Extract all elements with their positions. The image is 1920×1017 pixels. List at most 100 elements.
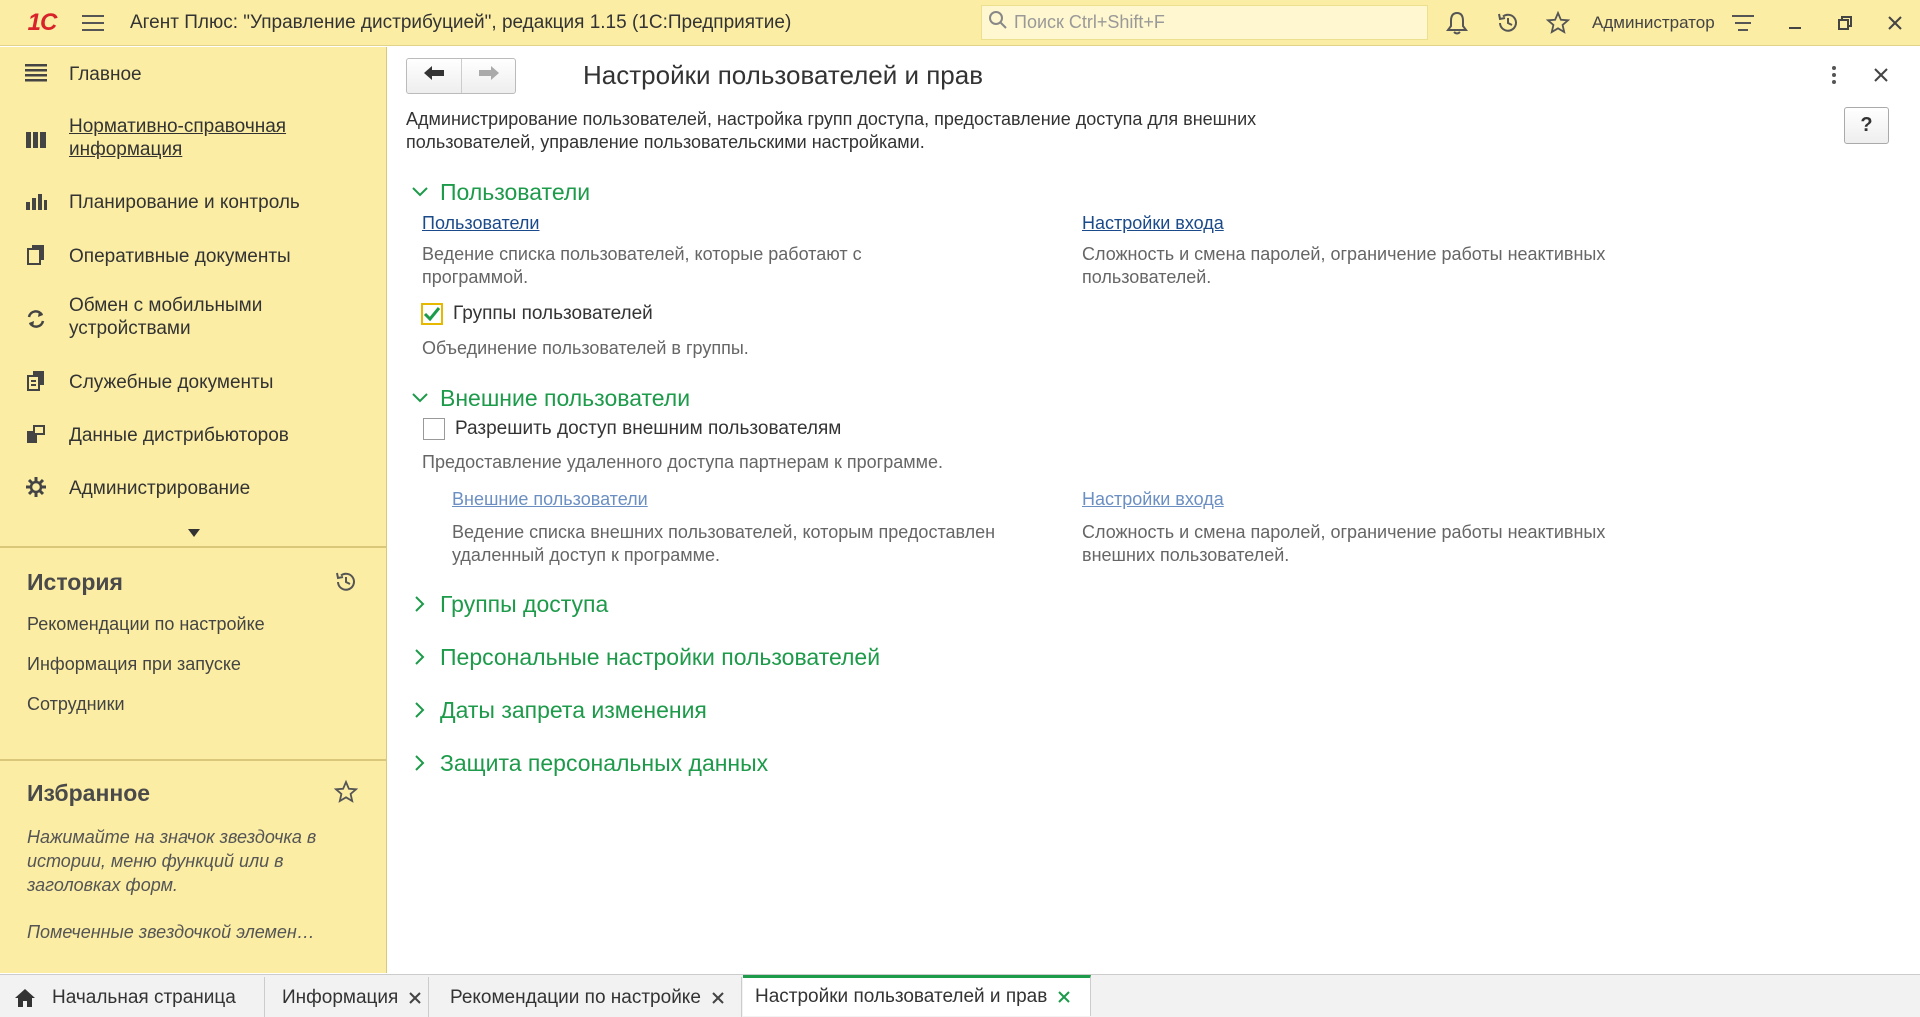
search-input[interactable] [1014,12,1414,33]
history-icon[interactable] [333,569,359,595]
home-icon [14,988,36,1008]
triangle-down-icon [187,522,201,544]
catalog-icon [24,128,48,152]
sidebar-item-reference[interactable]: Нормативно-справочная информация [0,115,387,165]
minimize-icon[interactable] [1780,8,1810,38]
star-icon[interactable] [333,779,359,805]
sidebar-item-mobile-exchange[interactable]: Обмен с мобильными устройствами [0,294,387,344]
section-title: Персональные настройки пользователей [440,643,881,670]
form-description: Администрирование пользователей, настрой… [406,109,1257,152]
section-title: Группы доступа [440,590,609,617]
tab-user-rights-settings[interactable]: Настройки пользователей и прав [743,975,1091,1016]
restore-icon[interactable] [1830,8,1860,38]
app-title: Агент Плюс: "Управление дистрибуцией", р… [130,12,792,33]
section-change-prohibition-dates[interactable]: Даты запрета изменения [410,695,707,725]
star-icon[interactable] [1543,8,1573,38]
tab-label: Информация [282,986,399,1008]
user-name[interactable]: Администратор [1592,13,1715,33]
section-title: Пользователи [440,178,591,205]
sidebar-item-main[interactable]: Главное [0,61,387,89]
external-login-settings-description: Сложность и смена паролей, ограничение р… [1082,522,1606,565]
tab-home[interactable]: Начальная страница [0,977,265,1017]
arrow-right-icon [478,65,500,87]
section-personal-settings[interactable]: Персональные настройки пользователей [410,642,880,672]
sidebar-item-planning[interactable]: Планирование и контроль [0,189,387,217]
sync-icon [24,307,48,331]
app-logo: 1С [27,9,58,36]
sidebar: Главное Нормативно-справочная информация… [0,47,387,973]
close-form-icon[interactable] [1868,62,1894,88]
section-access-groups[interactable]: Группы доступа [410,589,608,619]
tab-label: Настройки пользователей и прав [755,986,1048,1007]
history-item[interactable]: Рекомендации по настройке [27,614,265,635]
tab-label: Рекомендации по настройке [450,986,701,1008]
navigation-buttons [406,58,516,94]
sidebar-item-label: Служебные документы [69,372,274,393]
section-title: Даты запрета изменения [440,696,707,723]
history-icon[interactable] [1493,8,1523,38]
chevron-right-icon [410,647,430,667]
close-tab-icon[interactable] [1055,988,1073,1006]
back-button[interactable] [407,59,461,93]
user-groups-checkbox[interactable] [421,303,443,325]
expand-sections-button[interactable] [0,520,387,546]
user-groups-label: Группы пользователей [453,303,653,324]
open-windows-bar: Начальная страница Информация Рекомендац… [0,974,1920,1017]
close-tab-icon[interactable] [406,989,424,1007]
section-title: Внешние пользователи [440,384,691,411]
external-users-link[interactable]: Внешние пользователи [452,489,648,510]
user-groups-checkbox-row[interactable]: Группы пользователей [421,303,653,325]
chevron-right-icon [410,700,430,720]
distributor-icon [24,422,48,446]
sidebar-item-label: Планирование и контроль [69,192,300,213]
sidebar-item-label: Оперативные документы [69,246,291,267]
arrow-left-icon [423,65,445,87]
tab-information[interactable]: Информация [266,977,429,1017]
divider [0,759,387,761]
close-window-icon[interactable] [1880,8,1910,38]
help-button[interactable]: ? [1844,107,1889,144]
gear-icon [24,475,48,499]
chevron-right-icon [410,594,430,614]
list-icon [24,61,48,85]
sidebar-item-operational-docs[interactable]: Оперативные документы [0,243,387,271]
chevron-right-icon [410,753,430,773]
login-settings-link[interactable]: Настройки входа [1082,213,1224,234]
bell-icon[interactable] [1442,8,1472,38]
sidebar-item-administration[interactable]: Администрирование [0,475,387,503]
favorites-title: Избранное [27,780,151,806]
forward-button[interactable] [461,59,515,93]
search-box[interactable] [981,5,1428,40]
sidebar-item-distributor-data[interactable]: Данные дистрибьюторов [0,422,387,450]
user-groups-description: Объединение пользователей в группы. [422,338,749,358]
sidebar-item-label: Администрирование [69,478,251,499]
users-link[interactable]: Пользователи [422,213,539,234]
history-item[interactable]: Сотрудники [27,694,125,715]
title-bar: 1С Агент Плюс: "Управление дистрибуцией"… [0,0,1920,46]
section-personal-data-protection[interactable]: Защита персональных данных [410,748,768,778]
settings-menu-icon[interactable] [1728,8,1758,38]
chart-icon [24,189,48,213]
external-access-description: Предоставление удаленного доступа партне… [422,452,943,472]
sidebar-item-service-docs[interactable]: Служебные документы [0,369,387,397]
documents-icon [24,243,48,267]
close-tab-icon[interactable] [709,989,727,1007]
favorites-hint: Нажимайте на значок звездочка в истории,… [27,827,317,895]
tab-label: Начальная страница [52,986,236,1008]
section-users[interactable]: Пользователи [410,177,590,207]
more-actions-icon[interactable] [1824,62,1844,88]
history-title: История [27,569,123,595]
external-login-settings-link[interactable]: Настройки входа [1082,489,1224,510]
external-access-checkbox[interactable] [423,418,445,440]
form-area [388,47,1920,973]
tab-setup-recommendations[interactable]: Рекомендации по настройке [430,977,742,1017]
history-item[interactable]: Информация при запуске [27,654,241,675]
section-external-users[interactable]: Внешние пользователи [410,383,690,413]
sidebar-item-label: Нормативно-справочная информация [69,116,287,160]
section-title: Защита персональных данных [440,749,769,776]
users-description: Ведение списка пользователей, которые ра… [422,244,862,287]
external-access-checkbox-row[interactable]: Разрешить доступ внешним пользователям [423,418,841,440]
external-users-description: Ведение списка внешних пользователей, ко… [452,522,996,565]
main-menu-icon[interactable] [78,8,108,38]
service-docs-icon [24,369,48,393]
